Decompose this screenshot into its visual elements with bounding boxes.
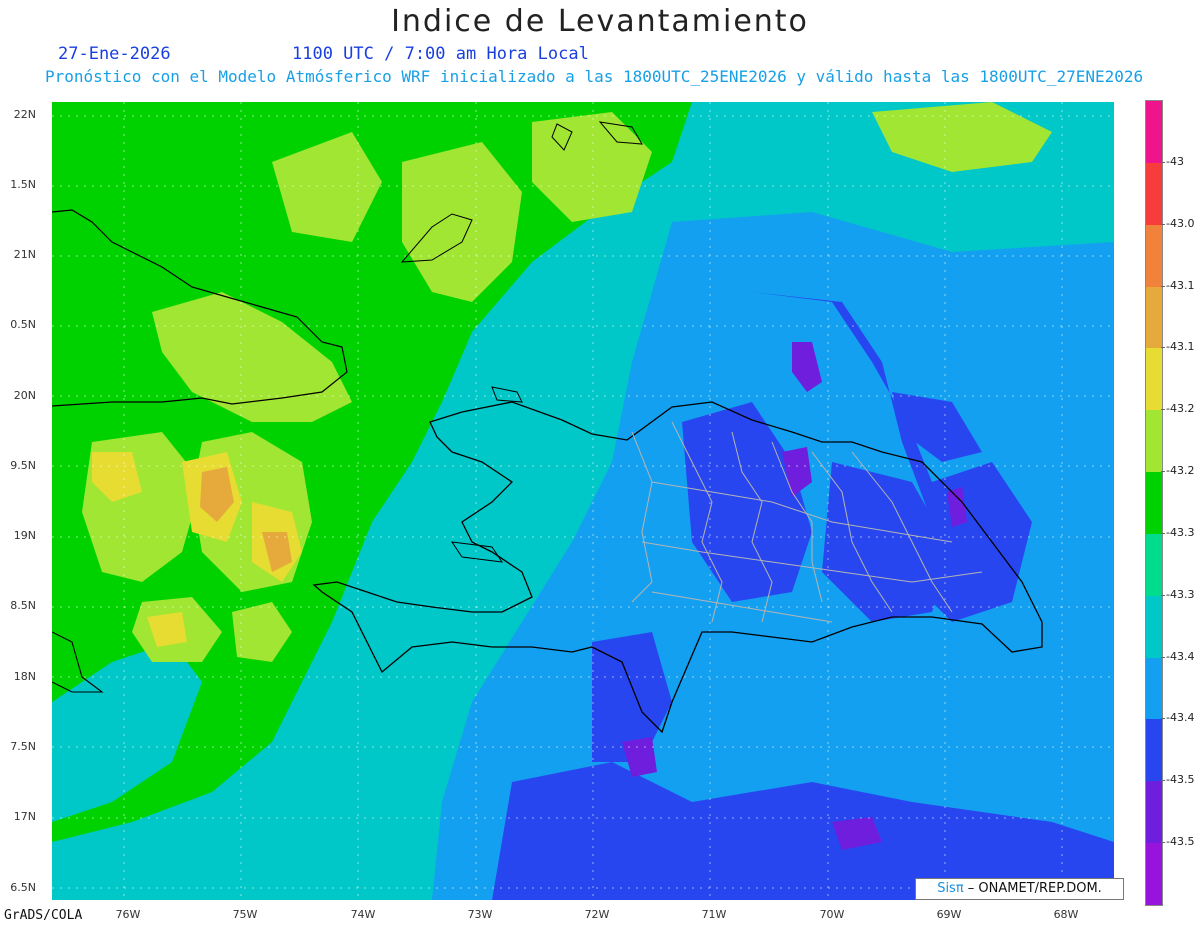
lat-label: 19N bbox=[13, 529, 36, 542]
forecast-description: Pronóstico con el Modelo Atmósferico WRF… bbox=[45, 67, 1144, 86]
colorbar-swatch bbox=[1146, 410, 1162, 473]
colorbar-swatch bbox=[1146, 101, 1162, 163]
stamp-text: – ONAMET/REP.DOM. bbox=[963, 881, 1102, 896]
colorbar-swatch bbox=[1146, 286, 1162, 349]
colorbar-tick bbox=[1161, 223, 1165, 225]
colorbar-tick bbox=[1161, 347, 1165, 349]
colorbar-swatch bbox=[1146, 224, 1162, 287]
lat-label: 0.5N bbox=[10, 318, 36, 331]
colorbar-swatch bbox=[1146, 719, 1162, 782]
forecast-date: 27-Ene-2026 bbox=[58, 44, 171, 64]
lat-label: 9.5N bbox=[10, 459, 36, 472]
lon-label: 75W bbox=[232, 908, 258, 921]
map-area bbox=[51, 102, 1114, 900]
colorbar-swatch bbox=[1146, 533, 1162, 596]
lat-label: 20N bbox=[13, 389, 36, 402]
colorbar-label: -43.5 bbox=[1166, 835, 1195, 849]
colorbar-label: -43.0 bbox=[1166, 216, 1195, 230]
colorbar-swatch bbox=[1146, 781, 1162, 844]
colorbar-tick bbox=[1161, 718, 1165, 720]
lat-label: 6.5N bbox=[10, 881, 36, 894]
colorbar-tick bbox=[1161, 842, 1165, 844]
map-title: Indice de Levantamiento bbox=[391, 4, 809, 39]
colorbar-label: -43.3 bbox=[1166, 587, 1195, 601]
sispi-logo: Sisπ bbox=[937, 881, 964, 896]
lon-label: 69W bbox=[936, 908, 962, 921]
colorbar-swatch bbox=[1146, 657, 1162, 720]
colorbar-swatch bbox=[1146, 843, 1162, 905]
colorbar-tick bbox=[1161, 780, 1165, 782]
lon-label: 74W bbox=[350, 908, 376, 921]
colorbar-tick bbox=[1161, 471, 1165, 473]
lat-label: 8.5N bbox=[10, 599, 36, 612]
lon-label: 70W bbox=[819, 908, 845, 921]
colorbar-label: -43.1 bbox=[1166, 278, 1195, 292]
colorbar-swatch bbox=[1146, 595, 1162, 658]
colorbar-tick bbox=[1161, 594, 1165, 596]
colorbar-label: -43.2 bbox=[1166, 464, 1195, 478]
lat-label: 1.5N bbox=[10, 178, 36, 191]
colorbar-tick bbox=[1161, 161, 1165, 163]
lon-label: 73W bbox=[467, 908, 493, 921]
colorbar-label: -43.4 bbox=[1166, 649, 1195, 663]
lon-label: 71W bbox=[701, 908, 727, 921]
colorbar-label: -43.3 bbox=[1166, 525, 1195, 539]
onamet-stamp: Sisπ – ONAMET/REP.DOM. bbox=[915, 878, 1124, 900]
colorbar-label: -43.2 bbox=[1166, 402, 1195, 416]
colorbar-tick bbox=[1161, 656, 1165, 658]
lat-label: 7.5N bbox=[10, 740, 36, 753]
lon-label: 72W bbox=[584, 908, 610, 921]
lat-label: 21N bbox=[13, 248, 36, 261]
colorbar-swatch bbox=[1146, 472, 1162, 534]
colorbar-label: -43.1 bbox=[1166, 340, 1195, 354]
colorbar-tick bbox=[1161, 532, 1165, 534]
colorbar-tick bbox=[1161, 285, 1165, 287]
lat-label: 22N bbox=[13, 108, 36, 121]
grads-credit: GrADS/COLA bbox=[4, 908, 83, 923]
lifted-index-field bbox=[51, 102, 1114, 900]
colorbar-label: -43 bbox=[1166, 154, 1184, 168]
colorbar-swatch bbox=[1146, 162, 1162, 225]
colorbar-tick bbox=[1161, 409, 1165, 411]
colorbar-label: -43.4 bbox=[1166, 711, 1195, 725]
colorbar-swatch bbox=[1146, 348, 1162, 411]
colorbar-label: -43.5 bbox=[1166, 773, 1195, 787]
forecast-time: 1100 UTC / 7:00 am Hora Local bbox=[292, 44, 589, 64]
lon-label: 68W bbox=[1053, 908, 1079, 921]
lon-label: 76W bbox=[115, 908, 141, 921]
lat-label: 17N bbox=[13, 810, 36, 823]
colorbar bbox=[1145, 100, 1163, 906]
lat-label: 18N bbox=[13, 670, 36, 683]
